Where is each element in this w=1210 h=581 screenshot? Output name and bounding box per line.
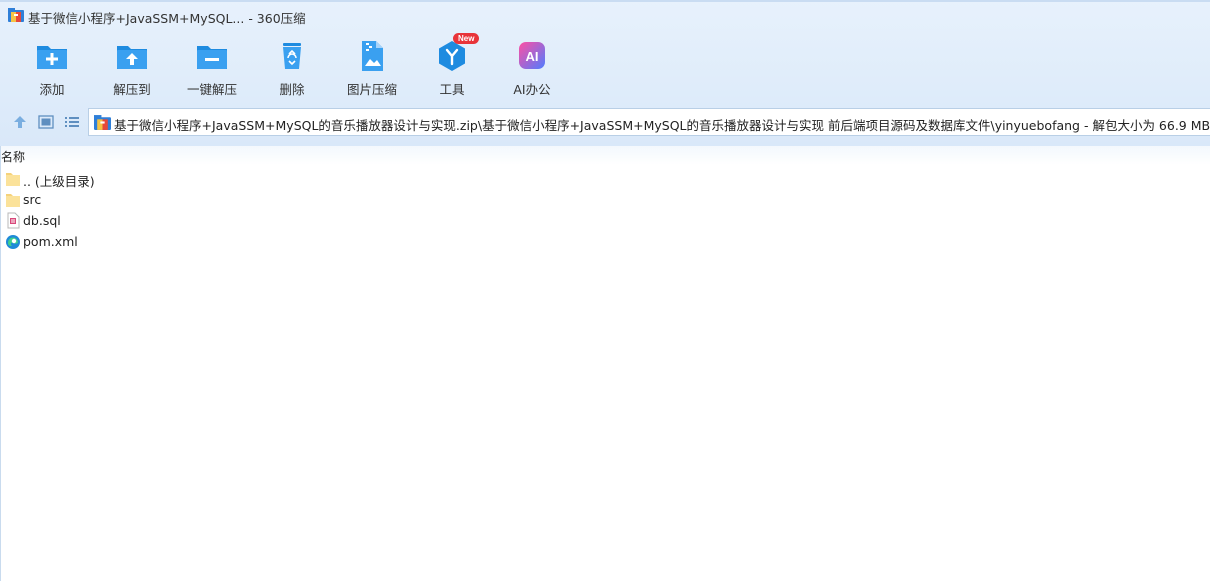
ai-icon: AI (519, 42, 545, 69)
list-view-icon[interactable] (63, 113, 81, 131)
image-compress-button[interactable]: 图片压缩 (332, 36, 412, 98)
list-item-pom-xml[interactable]: pom.xml (0, 231, 300, 252)
window-chrome: 基于微信小程序+JavaSSM+MySQL... - 360压缩 添加 解压到 (0, 0, 1210, 146)
ai-icon-text: AI (526, 49, 539, 64)
up-arrow-icon[interactable] (11, 113, 29, 131)
folder-icon (6, 173, 20, 186)
extract-to-label: 解压到 (113, 82, 151, 97)
address-path: 基于微信小程序+JavaSSM+MySQL的音乐播放器设计与实现.zip\基于微… (114, 118, 1210, 133)
navigation-row: 基于微信小程序+JavaSSM+MySQL的音乐播放器设计与实现.zip\基于微… (0, 108, 1210, 136)
one-click-extract-label: 一键解压 (186, 82, 237, 97)
recycle-bin-icon (283, 43, 301, 69)
sql-file-icon (7, 212, 20, 229)
thumbnail-view-icon[interactable] (37, 113, 55, 131)
one-click-folder-icon (197, 46, 227, 69)
folder-icon (6, 194, 20, 207)
add-button[interactable]: 添加 (12, 36, 92, 98)
column-header-name[interactable]: 名称 (1, 148, 25, 165)
extract-to-button[interactable]: 解压到 (92, 36, 172, 98)
list-header: 名称 (0, 146, 1210, 165)
address-bar[interactable]: 基于微信小程序+JavaSSM+MySQL的音乐播放器设计与实现.zip\基于微… (88, 108, 1210, 136)
edge-xml-icon (6, 235, 20, 249)
add-folder-icon (37, 46, 67, 69)
one-click-extract-button[interactable]: 一键解压 (172, 36, 252, 98)
tools-hexagon-icon (439, 41, 465, 71)
extract-folder-icon (117, 46, 147, 69)
app-logo-icon (8, 8, 24, 22)
image-zip-icon (362, 41, 383, 71)
tools-icon-wrap: New (435, 33, 480, 73)
new-badge: New (453, 33, 480, 44)
toolbar: 添加 解压到 一键解压 删除 图片压缩 New 工具 AI AI办公 (0, 33, 1210, 100)
delete-label: 删除 (279, 82, 305, 97)
tools-label: 工具 (439, 82, 465, 97)
list-item-name: src (23, 192, 42, 207)
title-bar: 基于微信小程序+JavaSSM+MySQL... - 360压缩 (0, 0, 1210, 32)
window-title: 基于微信小程序+JavaSSM+MySQL... - 360压缩 (28, 11, 306, 26)
tools-button[interactable]: New 工具 (412, 33, 492, 98)
add-label: 添加 (39, 82, 65, 97)
ai-office-label: AI办公 (513, 82, 551, 97)
image-compress-label: 图片压缩 (346, 82, 397, 97)
list-item-src[interactable]: src (0, 189, 300, 210)
archive-folder-icon (94, 115, 111, 130)
list-item-name: db.sql (23, 213, 61, 228)
delete-button[interactable]: 删除 (252, 36, 332, 98)
list-item-name: pom.xml (23, 234, 78, 249)
list-item-name: .. (上级目录) (23, 174, 95, 189)
list-item-db-sql[interactable]: db.sql (0, 210, 300, 231)
list-item-parent-directory[interactable]: .. (上级目录) (0, 168, 300, 189)
ai-office-button[interactable]: AI AI办公 (492, 36, 572, 98)
